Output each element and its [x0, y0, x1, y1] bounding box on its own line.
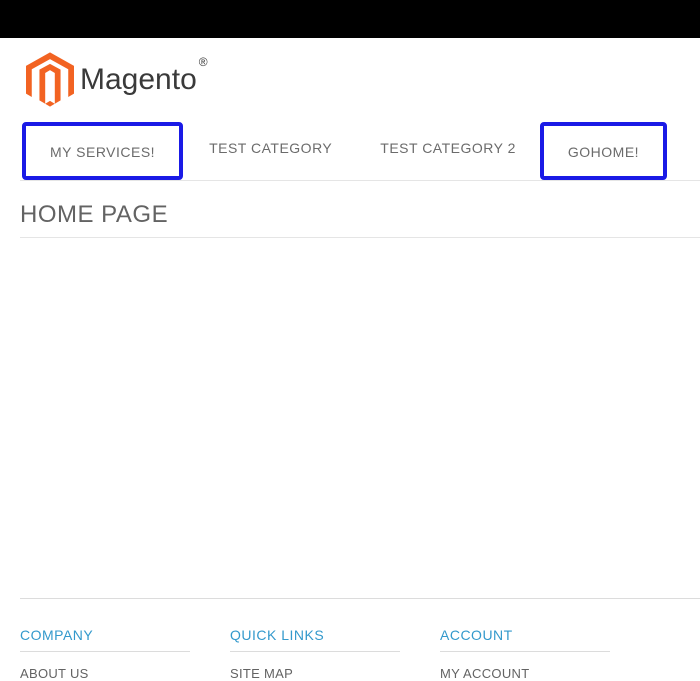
footer-heading: ACCOUNT — [440, 627, 610, 652]
footer-link-site-map[interactable]: SITE MAP — [230, 666, 400, 681]
brand-name: Magento® — [80, 63, 206, 97]
footer-divider — [20, 598, 700, 599]
main-nav: MY SERVICES! TEST CATEGORY TEST CATEGORY… — [20, 122, 700, 181]
footer-heading: QUICK LINKS — [230, 627, 400, 652]
footer-col-quick-links: QUICK LINKS SITE MAP — [230, 627, 400, 681]
nav-item-test-category[interactable]: TEST CATEGORY — [185, 122, 356, 180]
footer-heading: COMPANY — [20, 627, 190, 652]
nav-item-gohome[interactable]: GOHOME! — [540, 122, 667, 180]
magento-logo-icon — [26, 52, 74, 108]
content-area — [20, 238, 700, 598]
footer: COMPANY ABOUT US QUICK LINKS SITE MAP AC… — [20, 627, 700, 681]
top-bar — [0, 0, 700, 38]
nav-item-my-services[interactable]: MY SERVICES! — [22, 122, 183, 180]
footer-col-company: COMPANY ABOUT US — [20, 627, 190, 681]
nav-item-test-category-2[interactable]: TEST CATEGORY 2 — [356, 122, 540, 180]
logo[interactable]: Magento® — [20, 38, 700, 122]
page-title: HOME PAGE — [20, 201, 700, 229]
footer-link-my-account[interactable]: MY ACCOUNT — [440, 666, 610, 681]
footer-col-account: ACCOUNT MY ACCOUNT — [440, 627, 610, 681]
footer-link-about-us[interactable]: ABOUT US — [20, 666, 190, 681]
